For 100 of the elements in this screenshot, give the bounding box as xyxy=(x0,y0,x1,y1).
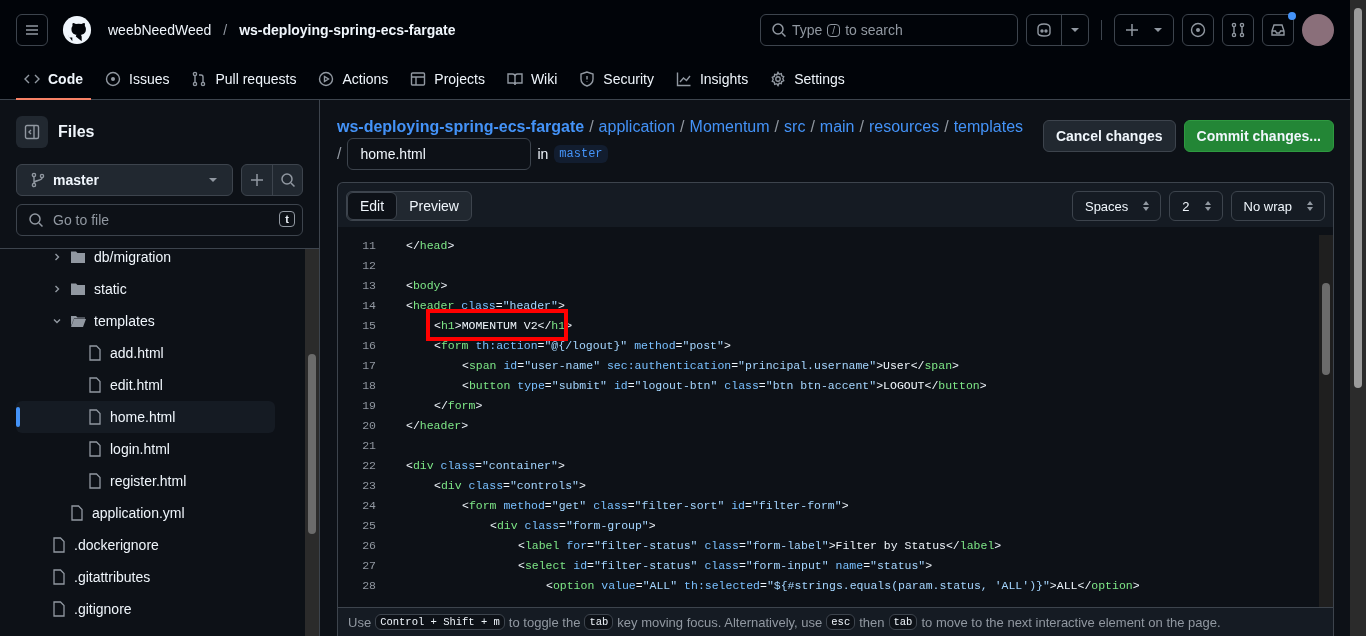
play-icon xyxy=(318,71,335,87)
code-line: <label for="filter-status" class="form-label">Filter by Status</label> xyxy=(518,538,1002,552)
copilot-button[interactable] xyxy=(1026,14,1089,46)
repo-tab[interactable]: Settings xyxy=(762,60,853,100)
tree-item[interactable]: static xyxy=(16,273,275,305)
tree-item[interactable]: login.html xyxy=(16,433,275,465)
collapse-sidebar-button[interactable] xyxy=(16,116,48,148)
tree-item[interactable]: db/migration xyxy=(16,249,275,273)
tree-item[interactable]: .gitattributes xyxy=(16,561,275,593)
code-line: <select id="filter-status" class="form-input" name="status"> xyxy=(518,558,933,572)
tree-item[interactable]: templates xyxy=(16,305,275,337)
scrollbar[interactable] xyxy=(1319,235,1333,607)
sidebar-title: Files xyxy=(58,123,95,141)
book-icon xyxy=(506,71,523,87)
page-scrollbar[interactable] xyxy=(1350,0,1366,636)
path-separator: / xyxy=(589,118,594,136)
repo-tab[interactable]: Security xyxy=(571,60,662,100)
tree-item[interactable]: edit.html xyxy=(16,369,275,401)
line-number: 15 xyxy=(361,318,377,332)
filename-field[interactable]: home.html xyxy=(347,138,532,170)
breadcrumb-link[interactable]: src xyxy=(784,118,806,136)
inbox-icon xyxy=(1270,22,1286,38)
scrollbar[interactable] xyxy=(305,249,319,636)
editor-mode-tab[interactable]: Edit xyxy=(347,192,398,220)
repo-tab[interactable]: Insights xyxy=(667,60,757,100)
search-placeholder-suffix: to search xyxy=(845,22,903,38)
code-line: <div class="controls"> xyxy=(434,478,586,492)
caret-icon xyxy=(208,177,218,183)
line-number: 20 xyxy=(361,418,377,432)
avatar[interactable] xyxy=(1302,14,1334,46)
owner-link[interactable]: weebNeedWeed xyxy=(108,22,212,38)
menu-button[interactable] xyxy=(16,14,48,46)
file-icon xyxy=(88,441,102,457)
plus-icon xyxy=(1125,23,1139,37)
search-icon xyxy=(279,172,296,188)
code-line: <option value="ALL" th:selected="${#strings.equals(param.status, 'ALL')}">ALL</option> xyxy=(546,578,1140,592)
up-down-arrows-icon xyxy=(1306,200,1314,212)
tree-item[interactable]: home.html xyxy=(16,401,275,433)
code-line: <header class="header"> xyxy=(406,298,565,312)
line-number: 14 xyxy=(361,298,377,312)
editor-mode-tab[interactable]: Preview xyxy=(397,192,471,220)
breadcrumb-link[interactable]: templates xyxy=(953,118,1024,136)
breadcrumb-link[interactable]: Momentum xyxy=(689,118,770,136)
path-separator: / xyxy=(337,145,342,163)
repo-tab[interactable]: Projects xyxy=(402,60,493,100)
file-icon xyxy=(52,537,66,553)
line-number: 22 xyxy=(361,458,377,472)
editor-option-select[interactable]: No wrap xyxy=(1230,191,1325,221)
up-down-arrows-icon xyxy=(1203,200,1212,212)
shortcut-key: / xyxy=(827,23,841,37)
folder-icon xyxy=(70,250,86,264)
search-field[interactable]: Type / to search xyxy=(760,14,1018,46)
breadcrumb-link[interactable]: resources xyxy=(868,118,940,136)
shortcut-key: t xyxy=(279,211,295,227)
create-new-button[interactable] xyxy=(1114,14,1174,46)
menu-icon xyxy=(24,22,40,38)
file-icon xyxy=(52,601,66,617)
code-line: <form th:action="@{/logout}" method="post"> xyxy=(434,338,731,352)
path-separator: / xyxy=(774,118,780,136)
sidebar-panel-icon xyxy=(24,124,40,140)
repo-tab[interactable]: Code xyxy=(16,60,91,100)
cancel-changes-button[interactable]: Cancel changes xyxy=(1042,120,1176,152)
repo-tab[interactable]: Issues xyxy=(97,60,178,100)
search-placeholder: Type xyxy=(792,22,823,38)
inbox-button[interactable] xyxy=(1262,14,1294,46)
breadcrumb-link[interactable]: ws-deploying-spring-ecs-fargate xyxy=(337,118,585,136)
line-number: 19 xyxy=(361,398,377,412)
file-icon xyxy=(70,505,84,521)
commit-changes-button[interactable]: Commit changes... xyxy=(1183,120,1334,152)
tree-item[interactable]: .dockerignore xyxy=(16,529,275,561)
issues-button[interactable] xyxy=(1182,14,1214,46)
issue-icon xyxy=(1190,22,1206,38)
editor-option-select[interactable]: 2 xyxy=(1169,191,1223,221)
path-separator: / xyxy=(680,118,685,136)
path-separator: / xyxy=(859,118,864,136)
copilot-icon xyxy=(1035,22,1053,38)
tree-item[interactable]: add.html xyxy=(16,337,275,369)
line-number: 18 xyxy=(361,378,377,392)
repo-tab[interactable]: Wiki xyxy=(498,60,566,100)
line-number: 25 xyxy=(361,518,377,532)
breadcrumb-link[interactable]: application xyxy=(598,118,676,136)
pull-request-icon xyxy=(191,71,208,87)
line-number: 27 xyxy=(361,558,377,572)
folder-icon xyxy=(70,282,86,296)
tree-item[interactable]: .gitignore xyxy=(16,593,275,625)
path-separator: / xyxy=(223,22,228,38)
tree-item[interactable]: register.html xyxy=(16,465,275,497)
repo-tab[interactable]: Pull requests xyxy=(183,60,305,100)
branch-icon xyxy=(31,172,45,188)
line-number: 23 xyxy=(361,478,377,492)
repository-link[interactable]: ws-deploying-spring-ecs-fargate xyxy=(239,22,456,38)
code-line: </head> xyxy=(406,238,455,252)
octocat-logo-icon[interactable] xyxy=(62,15,92,45)
branch-selector[interactable]: master xyxy=(16,164,233,196)
breadcrumb-link[interactable]: main xyxy=(819,118,855,136)
repo-tab[interactable]: Actions xyxy=(310,60,397,100)
graph-icon xyxy=(675,71,692,87)
editor-option-select[interactable]: Spaces xyxy=(1071,191,1162,221)
tree-item[interactable]: application.yml xyxy=(16,497,275,529)
pull-requests-button[interactable] xyxy=(1222,14,1254,46)
